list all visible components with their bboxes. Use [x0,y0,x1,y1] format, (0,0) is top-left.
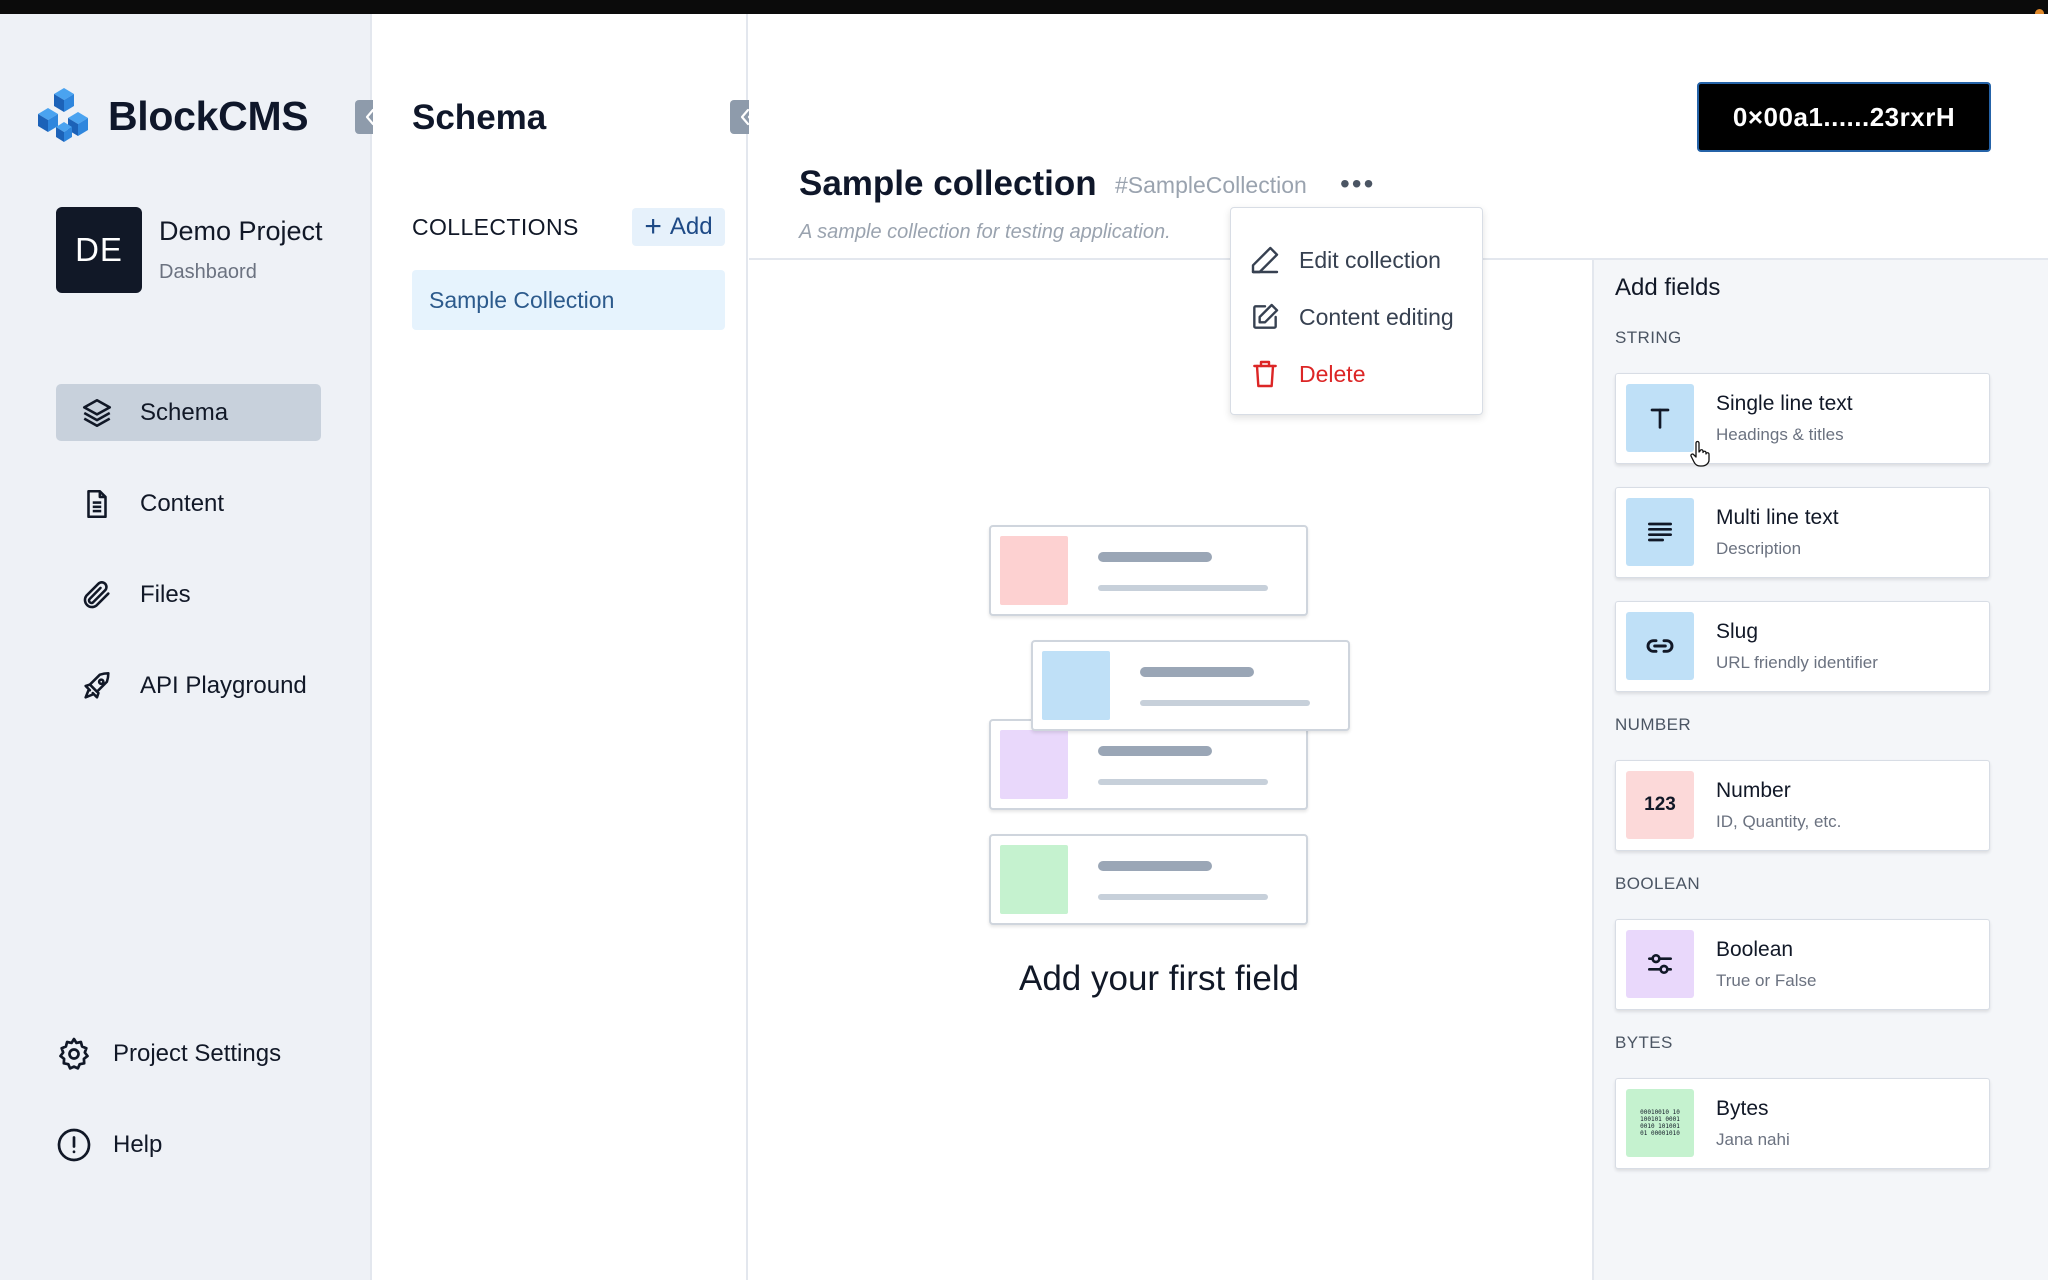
nav-item-project-settings[interactable]: Project Settings [56,1036,281,1072]
blocks-logo-icon [38,88,88,142]
field-number[interactable]: 123 Number ID, Quantity, etc. [1615,760,1990,851]
nav-label: Files [140,580,191,608]
rocket-icon [84,671,110,699]
field-name: Multi line text [1716,506,1839,529]
menu-item-delete[interactable]: Delete [1249,358,1365,390]
gear-icon [59,1037,89,1070]
illustration-card [1031,640,1350,731]
field-slug[interactable]: Slug URL friendly identifier [1615,601,1990,692]
nav-item-files[interactable]: Files [56,566,321,623]
field-desc: Headings & titles [1716,425,1844,444]
panel-title: Schema [412,98,547,137]
wallet-button[interactable]: 0×00a1......23rxrH [1697,82,1991,152]
add-fields-panel: Add fields STRING Single line text Headi… [1592,260,2048,1280]
top-bar [0,0,2048,18]
collections-panel: Schema COLLECTIONS + Add Sample Collecti… [373,14,766,1280]
more-options-button[interactable]: ••• [1340,170,1375,198]
project-avatar: DE [56,207,142,293]
illustration-card [989,719,1308,810]
field-name: Boolean [1716,938,1794,961]
brand-name: BlockCMS [108,92,309,139]
project-switcher[interactable]: DE Demo Project Dashbaord [56,207,323,293]
nav-label: Content [140,489,225,517]
field-desc: ID, Quantity, etc. [1716,812,1842,831]
trash-icon [1253,360,1277,388]
nav-label: Schema [140,398,229,426]
layers-icon [82,398,112,427]
document-icon [87,489,107,518]
toggle-icon [1626,930,1694,998]
nav-item-content[interactable]: Content [56,475,321,532]
field-name: Number [1716,779,1791,802]
project-name: Demo Project [159,216,323,246]
nav-label: Help [113,1131,163,1158]
field-desc: True or False [1716,971,1817,990]
empty-state-title: Add your first field [1019,959,1300,998]
group-label-bytes: BYTES [1615,1033,1673,1052]
pen-icon [1251,246,1279,274]
group-label-boolean: BOOLEAN [1615,874,1700,893]
menu-label: Content editing [1299,303,1454,330]
menu-item-edit-collection[interactable]: Edit collection [1249,244,1441,276]
link-icon [1626,612,1694,680]
brand[interactable]: BlockCMS [34,86,309,146]
alert-circle-icon [57,1128,91,1162]
field-single-line-text[interactable]: Single line text Headings & titles [1615,373,1990,464]
illustration-card [989,834,1308,925]
project-subtitle: Dashbaord [159,261,257,283]
field-name: Single line text [1716,392,1853,415]
paperclip-icon [83,580,110,608]
illustration-card [989,525,1308,616]
collection-description: A sample collection for testing applicat… [799,221,1171,243]
fields-title: Add fields [1615,274,1721,301]
menu-label: Edit collection [1299,246,1441,273]
group-label-string: STRING [1615,328,1682,347]
add-label: Add [669,213,713,240]
field-name: Bytes [1716,1097,1769,1120]
hand-cursor-icon [1690,440,1710,467]
field-name: Slug [1716,620,1759,643]
field-multi-line-text[interactable]: Multi line text Description [1615,487,1990,578]
add-collection-button[interactable]: + Add [632,208,725,246]
binary-icon: 00010010 10100101 00010010 10100101 0000… [1626,1089,1694,1157]
menu-label: Delete [1299,360,1366,387]
menu-item-content-editing[interactable]: Content editing [1249,301,1454,333]
plus-icon: + [644,210,662,243]
nav-label: Project Settings [113,1040,282,1067]
collection-item[interactable]: Sample Collection [412,270,725,330]
collection-options-menu: Edit collection Content editing Delete [1230,207,1483,415]
collection-title: Sample collection [799,164,1097,203]
align-left-icon [1626,498,1694,566]
field-desc: URL friendly identifier [1716,653,1878,672]
field-desc: Description [1716,539,1802,558]
field-bytes[interactable]: 00010010 10100101 00010010 10100101 0000… [1615,1078,1990,1169]
nav-label: API Playground [140,671,307,699]
nav-item-schema[interactable]: Schema [56,384,321,441]
sidebar: BlockCMS DE Demo Project Dashbaord Schem… [0,14,391,1280]
field-desc: Jana nahi [1716,1130,1790,1149]
nav-item-api-playground[interactable]: API Playground [56,657,321,714]
nav-item-help[interactable]: Help [56,1127,162,1163]
collection-id: #SampleCollection [1115,172,1307,198]
number-123-icon: 123 [1626,771,1694,839]
collections-header: COLLECTIONS [412,214,579,240]
edit-square-icon [1253,303,1279,329]
text-t-icon [1626,384,1694,452]
field-boolean[interactable]: Boolean True or False [1615,919,1990,1010]
group-label-number: NUMBER [1615,715,1692,734]
